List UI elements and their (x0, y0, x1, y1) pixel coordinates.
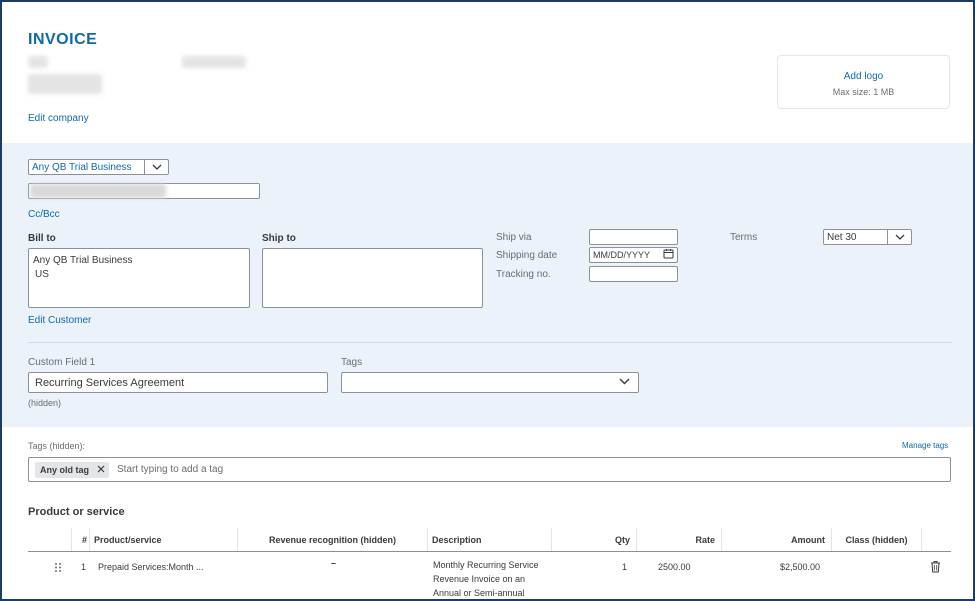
email-redacted (30, 184, 166, 198)
bill-to-line: US (35, 269, 49, 280)
custom-field-note: (hidden) (28, 398, 62, 408)
product-section-title: Product or service (28, 506, 125, 518)
add-logo-box[interactable]: Add logo Max size: 1 MB (777, 55, 950, 109)
custom-field-input[interactable]: Recurring Services Agreement (28, 372, 328, 393)
terms-label: Terms (730, 232, 758, 243)
close-icon[interactable] (97, 465, 105, 475)
chevron-down-icon[interactable] (887, 230, 911, 244)
col-header-num: # (72, 528, 90, 551)
terms-select-value: Net 30 (827, 231, 857, 243)
custom-field-value: Recurring Services Agreement (35, 376, 185, 389)
terms-select[interactable]: Net 30 (823, 229, 912, 245)
edit-customer-link[interactable]: Edit Customer (28, 315, 91, 326)
custom-field-label: Custom Field 1 (28, 357, 96, 368)
panel-divider (28, 342, 952, 343)
tracking-label: Tracking no. (496, 269, 551, 280)
tag-chip-label: Any old tag (40, 464, 89, 475)
ship-to-label: Ship to (262, 233, 296, 244)
tags-label: Tags (341, 357, 363, 368)
shipping-date-placeholder: MM/DD/YYYY (593, 250, 651, 260)
page-title: INVOICE (28, 31, 98, 48)
col-header-qty: Qty (552, 528, 637, 551)
col-header-description: Description (428, 528, 552, 551)
shipping-date-input[interactable]: MM/DD/YYYY (589, 247, 678, 263)
col-header-class: Class (hidden) (832, 528, 922, 551)
company-info-redacted (182, 56, 246, 68)
col-header-actions (922, 528, 951, 551)
customer-select[interactable]: Any QB Trial Business (28, 159, 169, 175)
bill-to-address[interactable]: Any QB Trial Business US (28, 248, 250, 308)
calendar-icon[interactable] (663, 248, 674, 262)
row-revenue: – (331, 558, 337, 568)
ship-via-input[interactable] (589, 229, 678, 245)
cc-bcc-link[interactable]: Cc/Bcc (28, 209, 60, 220)
row-product[interactable]: Prepaid Services:Month ... (98, 562, 204, 572)
drag-handle-icon[interactable] (54, 562, 62, 575)
hidden-tags-label: Tags (hidden): (28, 441, 86, 451)
tag-input-placeholder: Start typing to add a tag (117, 464, 224, 475)
tag-input[interactable]: Any old tag Start typing to add a tag (28, 457, 951, 482)
row-description-line: Revenue Invoice on an (433, 574, 526, 584)
col-header-product: Product/service (90, 528, 238, 551)
row-amount[interactable]: $2,500.00 (780, 562, 820, 572)
manage-tags-link[interactable]: Manage tags (902, 441, 948, 450)
row-description[interactable]: Monthly Recurring Service Revenue Invoic… (433, 558, 539, 599)
company-info-redacted (28, 56, 48, 68)
invoice-window: INVOICE Edit company Add logo Max size: … (0, 0, 975, 601)
edit-company-link[interactable]: Edit company (28, 113, 89, 124)
col-header-revenue: Revenue recognition (hidden) (238, 528, 428, 551)
row-description-line: Monthly Recurring Service (433, 560, 539, 570)
logo-max-size: Max size: 1 MB (832, 87, 895, 97)
col-header-drag (28, 528, 72, 551)
tags-select[interactable] (341, 372, 639, 393)
ship-via-label: Ship via (496, 232, 532, 243)
tracking-input[interactable] (589, 266, 678, 282)
table-row[interactable]: 1 Prepaid Services:Month ... – Monthly R… (28, 552, 951, 599)
row-number: 1 (81, 562, 87, 572)
ship-to-address[interactable] (262, 248, 483, 308)
row-rate[interactable]: 2500.00 (658, 562, 691, 572)
row-qty[interactable]: 1 (622, 562, 627, 572)
shipping-date-label: Shipping date (496, 250, 558, 261)
add-logo-link[interactable]: Add logo (778, 71, 949, 82)
col-header-amount: Amount (722, 528, 832, 551)
trash-icon[interactable] (930, 560, 941, 575)
bill-to-label: Bill to (28, 233, 56, 244)
col-header-rate: Rate (637, 528, 722, 551)
tag-chip: Any old tag (35, 461, 109, 478)
row-description-line: Annual or Semi-annual (433, 588, 525, 598)
company-info-redacted (28, 74, 102, 94)
chevron-down-icon[interactable] (144, 160, 168, 174)
customer-select-value: Any QB Trial Business (32, 161, 132, 173)
chevron-down-icon[interactable] (619, 377, 630, 388)
bill-to-line: Any QB Trial Business (33, 255, 133, 266)
